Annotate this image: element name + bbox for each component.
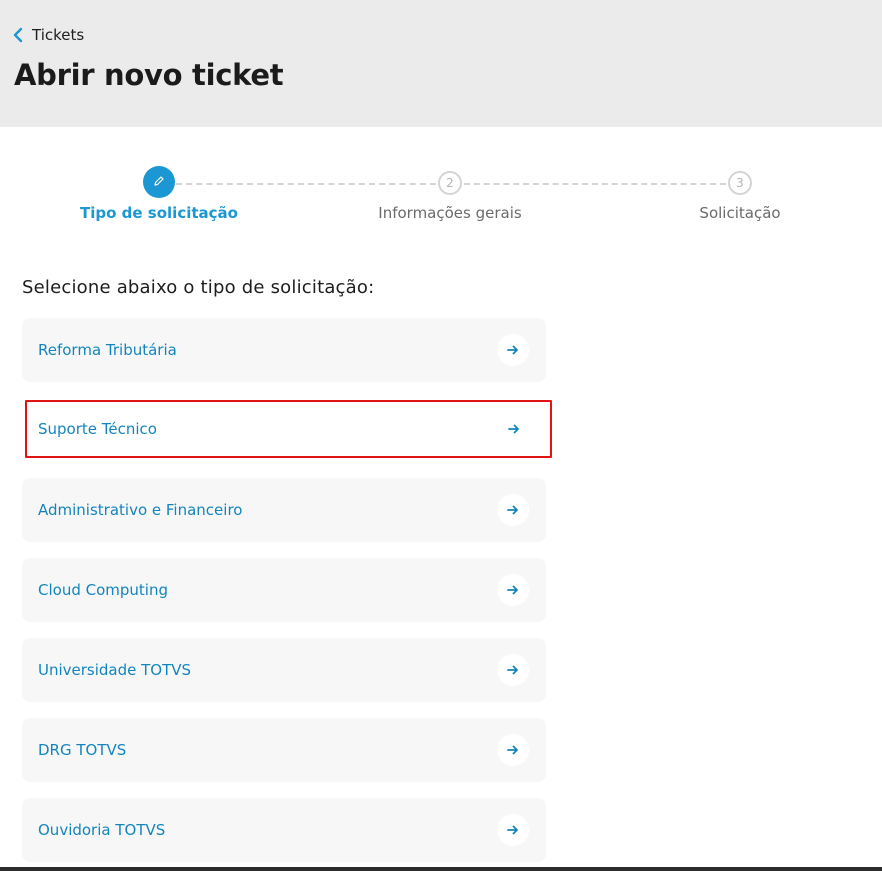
arrow-right-icon[interactable] (497, 654, 529, 686)
section-title: Selecione abaixo o tipo de solicitação: (22, 277, 375, 298)
arrow-right-icon[interactable] (498, 413, 530, 445)
option-label: Suporte Técnico (38, 420, 157, 438)
option-label: Ouvidoria TOTVS (38, 821, 166, 839)
option-cloud-computing[interactable]: Cloud Computing (22, 558, 546, 622)
stepper-connector (176, 183, 436, 185)
step-2-indicator: 2 (438, 171, 462, 195)
bottom-edge-bar (0, 867, 882, 871)
option-ouvidoria-totvs[interactable]: Ouvidoria TOTVS (22, 798, 546, 862)
option-administrativo-financeiro[interactable]: Administrativo e Financeiro (22, 478, 546, 542)
stepper: Tipo de solicitação 2 Informações gerais… (0, 166, 882, 236)
step-3-indicator: 3 (728, 171, 752, 195)
option-label: Reforma Tributária (38, 341, 177, 359)
page-header: Tickets Abrir novo ticket (0, 0, 882, 127)
option-universidade-totvs[interactable]: Universidade TOTVS (22, 638, 546, 702)
option-label: DRG TOTVS (38, 741, 127, 759)
step-3-number: 3 (736, 176, 744, 190)
step-1-indicator (143, 166, 175, 198)
option-drg-totvs[interactable]: DRG TOTVS (22, 718, 546, 782)
arrow-right-icon[interactable] (497, 814, 529, 846)
arrow-right-icon[interactable] (497, 494, 529, 526)
option-label: Universidade TOTVS (38, 661, 192, 679)
page-title: Abrir novo ticket (14, 58, 284, 92)
step-2-label: Informações gerais (378, 204, 522, 222)
stepper-connector (464, 183, 726, 185)
step-2-number: 2 (446, 176, 454, 190)
option-label: Cloud Computing (38, 581, 168, 599)
pencil-icon (153, 175, 165, 190)
arrow-right-icon[interactable] (497, 334, 529, 366)
arrow-right-icon[interactable] (497, 574, 529, 606)
option-reforma-tributaria[interactable]: Reforma Tributária (22, 318, 546, 382)
option-label: Administrativo e Financeiro (38, 501, 243, 519)
arrow-right-icon[interactable] (497, 734, 529, 766)
step-1-label: Tipo de solicitação (80, 204, 238, 222)
chevron-left-icon (12, 27, 24, 43)
back-link-label: Tickets (32, 26, 85, 44)
option-suporte-tecnico[interactable]: Suporte Técnico (25, 400, 552, 458)
step-3-label: Solicitação (699, 204, 781, 222)
back-to-tickets-link[interactable]: Tickets (12, 24, 84, 46)
